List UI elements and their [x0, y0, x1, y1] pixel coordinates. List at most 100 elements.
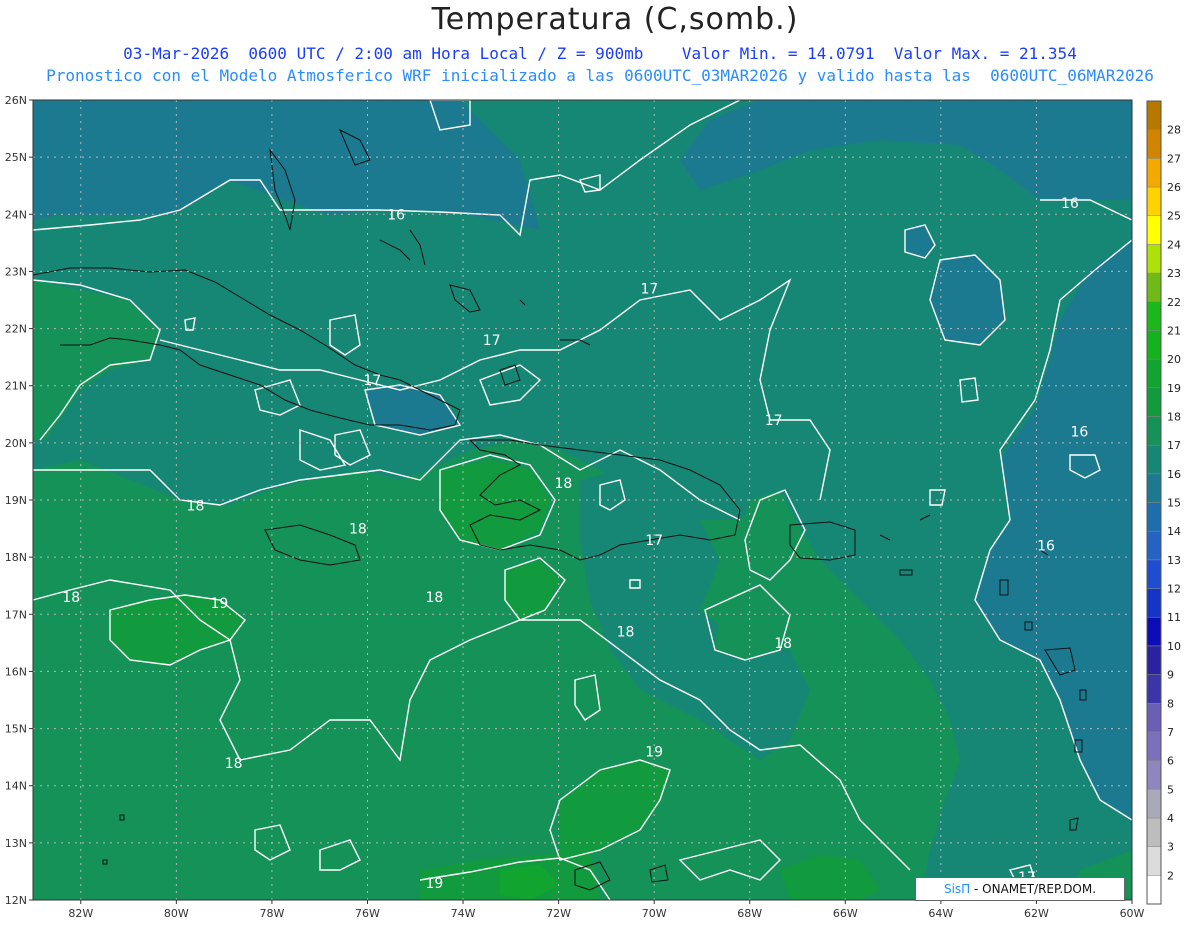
lat-tick-label: 21N: [5, 380, 27, 393]
colorbar-level-label: 9: [1167, 669, 1174, 682]
colorbar-swatch: [1146, 358, 1162, 389]
colorbar-level-label: 12: [1167, 583, 1181, 596]
colorbar-level-label: 7: [1167, 726, 1174, 739]
lon-tick-label: 76W: [355, 907, 380, 920]
lon-tick-label: 80W: [164, 907, 189, 920]
contour-value-label: 18: [225, 756, 243, 772]
credit-text: - ONAMET/REP.DOM.: [970, 882, 1097, 896]
colorbar-level-label: 24: [1167, 238, 1181, 251]
colorbar-swatch: [1146, 416, 1162, 446]
lat-tick-label: 22N: [5, 323, 27, 336]
contour-value-label: 19: [645, 744, 663, 760]
contour-value-label: 18: [62, 590, 80, 606]
lon-tick-label: 74W: [451, 907, 476, 920]
colorbar-level-label: 2: [1167, 869, 1174, 882]
colorbar-swatch: [1146, 846, 1162, 876]
lat-tick-label: 15N: [5, 723, 27, 736]
contour-value-label: 19: [210, 596, 228, 612]
colorbar-level-label: 3: [1167, 841, 1174, 854]
colorbar-level-label: 21: [1167, 324, 1181, 337]
lon-tick-label: 66W: [833, 907, 858, 920]
lon-tick-label: 68W: [737, 907, 762, 920]
lat-tick-label: 12N: [5, 894, 27, 907]
lat-tick-label: 23N: [5, 265, 27, 278]
lat-tick-label: 18N: [5, 551, 27, 564]
contour-value-label: 16: [1071, 424, 1089, 440]
lat-tick-label: 14N: [5, 780, 27, 793]
lat-tick-label: 19N: [5, 494, 27, 507]
lat-tick-label: 16N: [5, 665, 27, 678]
colorbar-level-label: 15: [1167, 497, 1181, 510]
lon-tick-label: 62W: [1024, 907, 1049, 920]
contour-value-label: 18: [774, 636, 792, 652]
contour-value-label: 17: [363, 373, 381, 389]
colorbar-swatch: [1146, 473, 1162, 503]
colorbar-level-label: 8: [1167, 697, 1174, 710]
colorbar-swatch: [1146, 674, 1162, 704]
lat-tick-label: 26N: [5, 94, 27, 107]
colorbar-level-label: 13: [1167, 554, 1181, 567]
contour-value-label: 16: [387, 207, 405, 223]
credit-brand: SisΠ: [943, 882, 971, 896]
colorbar-swatch: [1146, 100, 1162, 130]
colorbar-swatch: [1146, 158, 1162, 188]
colorbar-swatch: [1146, 588, 1162, 618]
contour-value-label: 18: [554, 476, 572, 492]
lat-tick-label: 25N: [5, 151, 27, 164]
colorbar-swatch: [1146, 731, 1162, 761]
lon-tick-label: 82W: [68, 907, 93, 920]
contour-value-label: 18: [617, 624, 635, 640]
contour-value-label: 17: [645, 533, 663, 549]
colorbar-level-label: 28: [1167, 124, 1181, 137]
colorbar: 2345678910111213141516171819202122232425…: [1146, 100, 1181, 905]
colorbar-swatch: [1146, 301, 1162, 331]
contour-value-label: 18: [187, 499, 205, 515]
colorbar-swatch: [1146, 330, 1162, 360]
colorbar-level-label: 18: [1167, 410, 1181, 423]
colorbar-swatch: [1146, 129, 1162, 159]
lat-tick-label: 13N: [5, 837, 27, 850]
colorbar-swatch: [1146, 559, 1162, 589]
colorbar-swatch: [1146, 444, 1162, 475]
contour-value-label: 18: [425, 590, 443, 606]
colorbar-swatch: [1146, 244, 1162, 274]
lon-tick-label: 60W: [1120, 907, 1145, 920]
colorbar-level-label: 17: [1167, 439, 1181, 452]
lon-tick-label: 78W: [259, 907, 284, 920]
colorbar-level-label: 5: [1167, 783, 1174, 796]
colorbar-level-label: 22: [1167, 296, 1181, 309]
colorbar-level-label: 19: [1167, 382, 1181, 395]
colorbar-swatch: [1146, 789, 1162, 819]
colorbar-swatch: [1146, 530, 1162, 561]
contour-value-label: 19: [425, 876, 443, 892]
contour-value-label: 17: [640, 282, 658, 298]
contour-value-label: 17: [483, 333, 501, 349]
colorbar-level-label: 25: [1167, 210, 1181, 223]
colorbar-level-label: 27: [1167, 152, 1181, 165]
lon-tick-label: 64W: [928, 907, 953, 920]
colorbar-swatch: [1146, 616, 1162, 647]
lon-tick-label: 72W: [546, 907, 571, 920]
colorbar-level-label: 26: [1167, 181, 1181, 194]
colorbar-level-label: 20: [1167, 353, 1181, 366]
colorbar-swatch: [1146, 875, 1162, 905]
colorbar-swatch: [1146, 186, 1162, 216]
colorbar-swatch: [1146, 645, 1162, 675]
contour-value-label: 16: [1037, 539, 1055, 555]
contour-value-label: 18: [349, 522, 367, 538]
colorbar-level-label: 16: [1167, 468, 1181, 481]
colorbar-swatch: [1146, 817, 1162, 847]
credit-box: SisΠ - ONAMET/REP.DOM.: [915, 877, 1125, 901]
colorbar-swatch: [1146, 502, 1162, 532]
colorbar-swatch: [1146, 215, 1162, 245]
colorbar-level-label: 23: [1167, 267, 1181, 280]
lat-tick-label: 20N: [5, 437, 27, 450]
lon-tick-label: 70W: [642, 907, 667, 920]
colorbar-swatch: [1146, 760, 1162, 790]
map-canvas: 82W 80W 78W 76W 74W 72W 70W 68W 66W 64W 62W 60W 26N 2…: [5, 94, 1181, 920]
colorbar-level-label: 10: [1167, 640, 1181, 653]
colorbar-swatch: [1146, 703, 1162, 733]
colorbar-level-label: 11: [1167, 611, 1181, 624]
contour-value-label: 16: [1061, 196, 1079, 212]
contour-value-label: 17: [765, 413, 783, 429]
